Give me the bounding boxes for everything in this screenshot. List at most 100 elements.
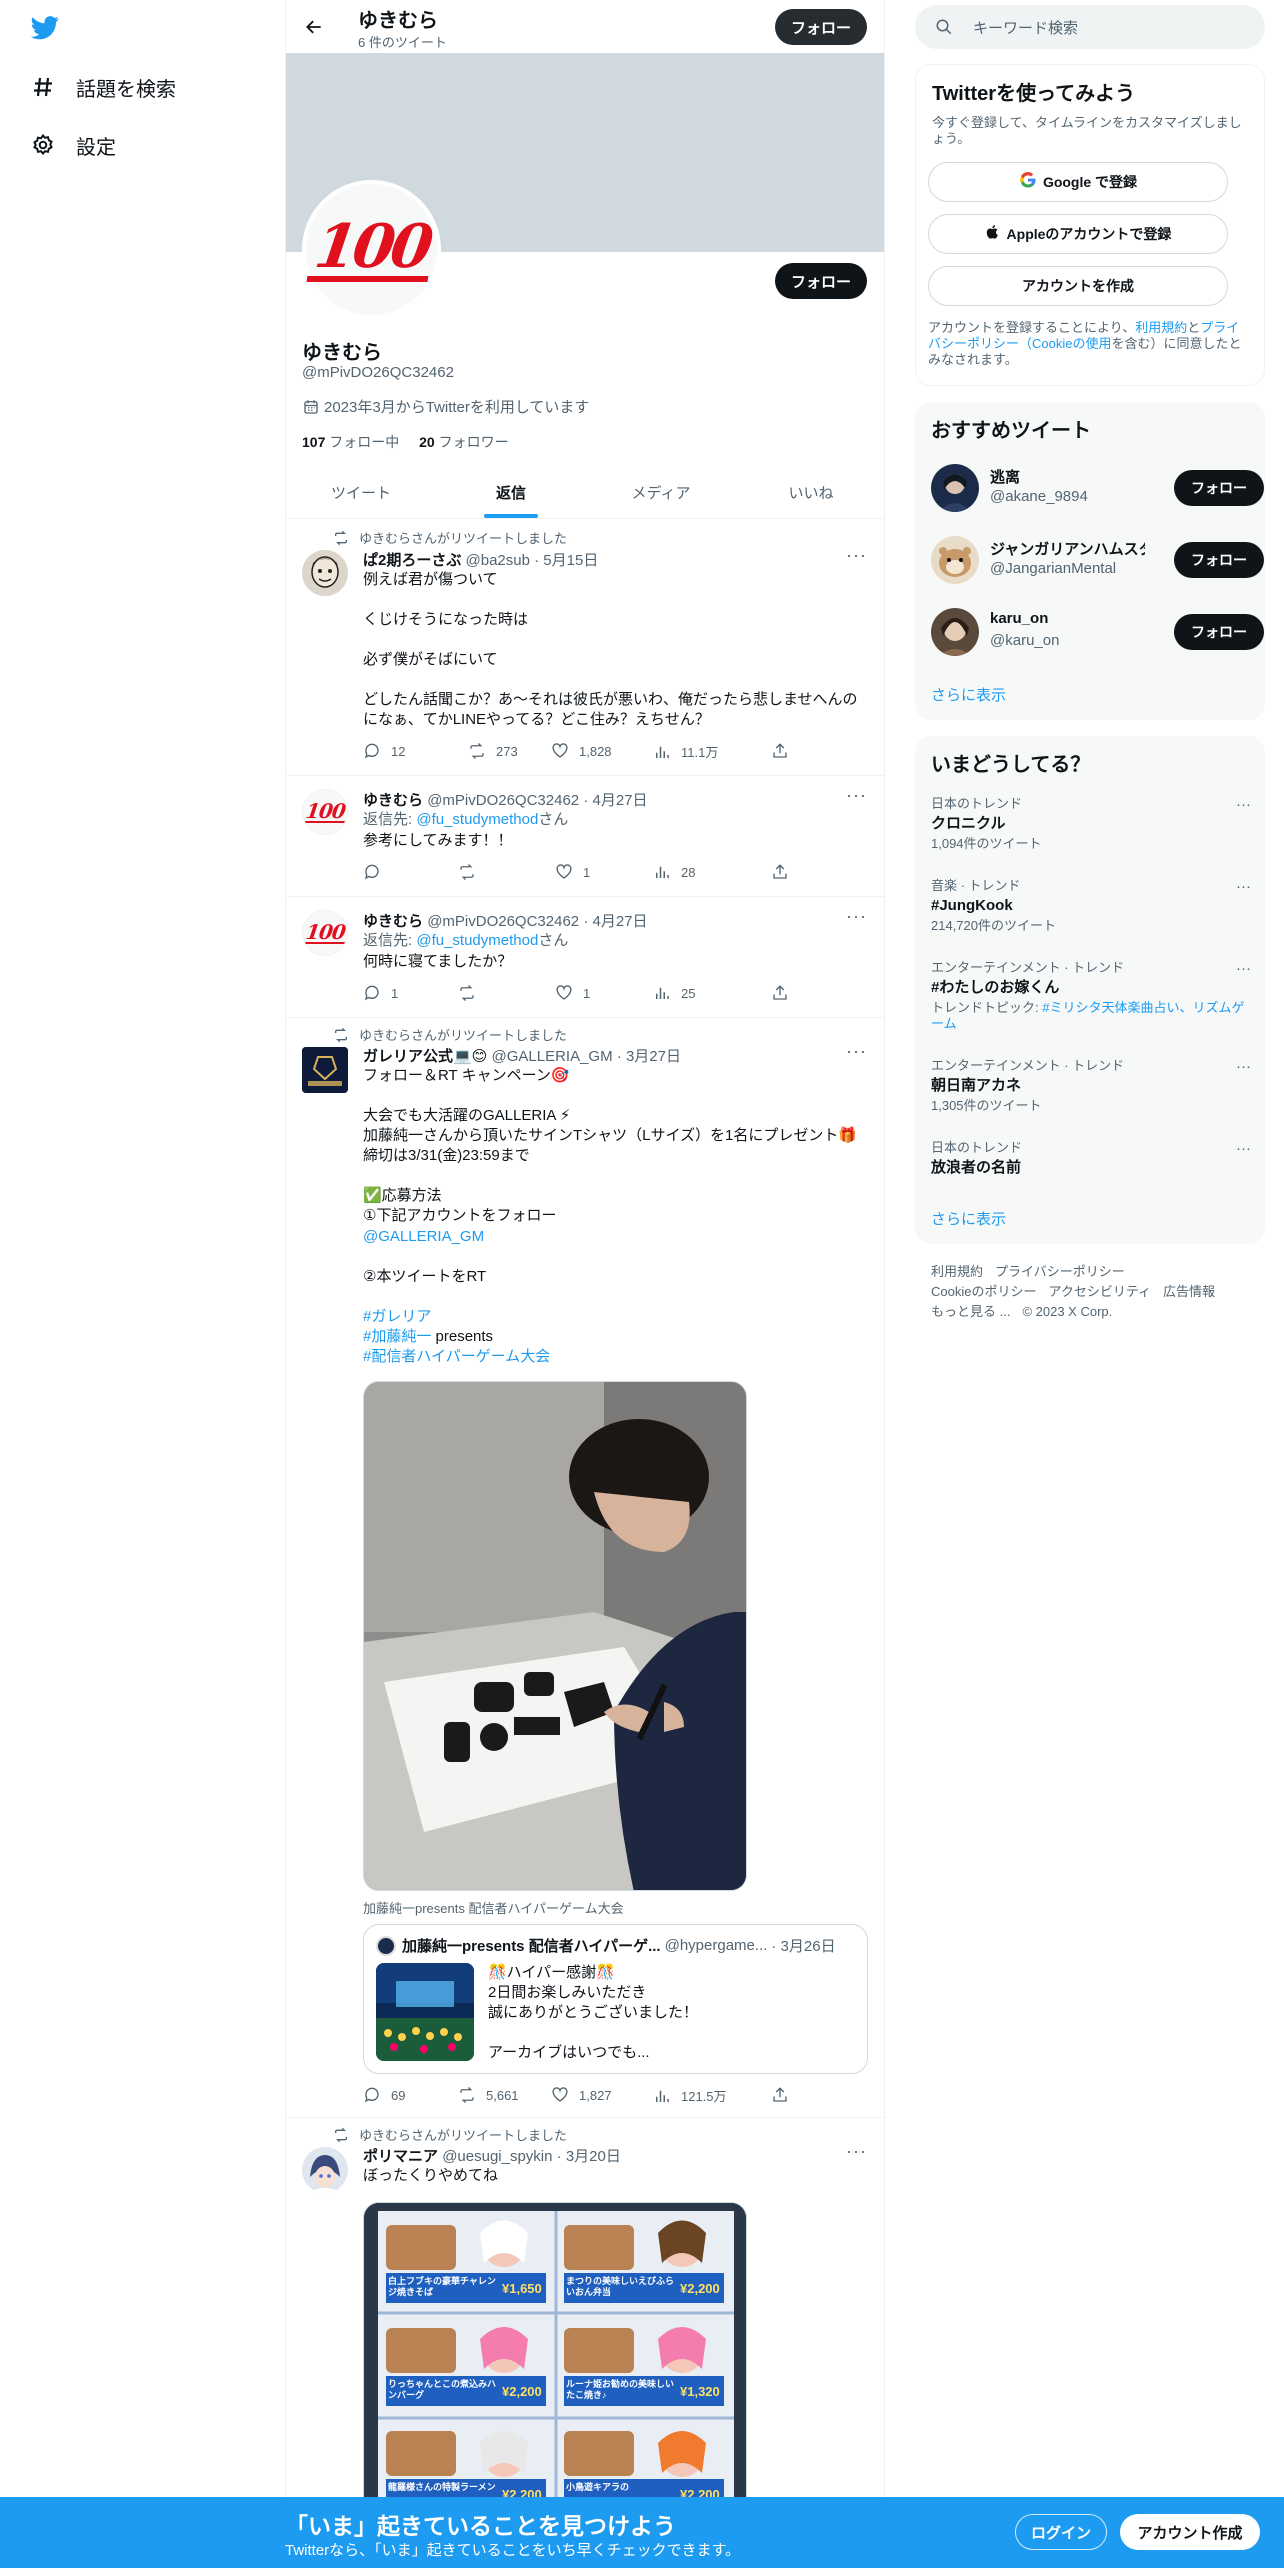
trend-item[interactable]: 日本のトレンド クロニクル 1,094件のツイート ··· — [931, 796, 1251, 852]
tweet-date[interactable]: · 4月27日 — [583, 913, 647, 930]
back-arrow-icon[interactable] — [300, 13, 328, 41]
quoted-tweet[interactable]: 加藤純一presents 配信者ハイパーゲ... @hypergame... ·… — [363, 1924, 868, 2074]
search-input[interactable]: キーワード検索 — [915, 5, 1265, 49]
profile-follow-button[interactable]: フォロー — [775, 263, 867, 299]
like-button[interactable]: 1 — [555, 863, 590, 881]
retweet-button[interactable]: 5,661 — [458, 2086, 519, 2104]
trends-show-more[interactable]: さらに表示 — [931, 1208, 1006, 1229]
recommend-show-more[interactable]: さらに表示 — [931, 684, 1006, 705]
views-button[interactable]: 28 — [653, 863, 695, 881]
mention-link[interactable]: @GALLERIA_GM — [363, 1227, 868, 1247]
terms-link[interactable]: 利用規約 — [1135, 320, 1187, 335]
like-button[interactable]: 1,828 — [551, 742, 612, 760]
recommend-item[interactable]: karu_on @karu_on フォロー — [931, 606, 1264, 658]
like-button[interactable]: 1,827 — [551, 2086, 612, 2104]
login-button[interactable]: ログイン — [1015, 2514, 1107, 2550]
apple-signup-button[interactable]: Appleのアカウントで登録 — [928, 214, 1228, 254]
create-account-button[interactable]: アカウントを作成 — [928, 266, 1228, 306]
author-name[interactable]: ゆきむら — [363, 792, 423, 809]
photo-caption[interactable]: 加藤純一presents 配信者ハイパーゲーム大会 — [363, 1898, 624, 1917]
views-button[interactable]: 11.1万 — [653, 742, 718, 761]
follow-button[interactable]: フォロー — [1174, 542, 1264, 578]
views-button[interactable]: 25 — [653, 984, 695, 1002]
hashtag-link[interactable]: #加藤純一 — [363, 1328, 431, 1345]
more-icon[interactable]: ··· — [1236, 1140, 1251, 1157]
reply-button[interactable]: 1 — [363, 984, 398, 1002]
more-icon[interactable]: ··· — [846, 906, 867, 927]
avatar[interactable]: 100 — [302, 910, 348, 956]
nav-explore[interactable]: 話題を検索 — [30, 67, 176, 107]
following-link[interactable]: 107 フォロー中 — [302, 434, 399, 450]
footer-privacy[interactable]: プライバシーポリシー — [995, 1264, 1125, 1279]
retweet-button[interactable]: 273 — [468, 742, 518, 760]
author-name[interactable]: ゆきむら — [363, 913, 423, 930]
avatar[interactable] — [302, 2147, 348, 2193]
reply-button[interactable]: 69 — [363, 2086, 405, 2104]
author-handle[interactable]: @GALLERIA_GM — [492, 1048, 613, 1065]
more-icon[interactable]: ··· — [846, 545, 867, 566]
followers-link[interactable]: 20 フォロワー — [419, 434, 508, 450]
footer-cookie[interactable]: Cookieのポリシー — [931, 1284, 1036, 1299]
more-icon[interactable]: ··· — [1236, 796, 1251, 813]
tweet-date[interactable]: · 4月27日 — [583, 792, 647, 809]
more-icon[interactable]: ··· — [846, 1041, 867, 1062]
reply-to-link[interactable]: @fu_studymethod — [416, 811, 538, 828]
author-name[interactable]: ガレリア公式💻😊 — [363, 1048, 487, 1065]
hashtag-link[interactable]: #配信者ハイパーゲーム大会 — [363, 1347, 868, 1367]
follow-button[interactable]: フォロー — [1174, 614, 1264, 650]
footer-more[interactable]: もっと見る ... — [931, 1304, 1010, 1319]
author-name[interactable]: ぱ2期ろーさぶ — [363, 552, 461, 569]
tweet[interactable]: ゆきむらさんがリツイートしました ガレリア公式💻😊 @GALLERIA_GM ·… — [286, 1019, 884, 2118]
more-icon[interactable]: ··· — [1236, 1058, 1251, 1075]
signup-button[interactable]: アカウント作成 — [1120, 2514, 1260, 2550]
recommend-item[interactable]: 逃离 @akane_9894 フォロー — [931, 462, 1264, 514]
tab-replies[interactable]: 返信 — [436, 466, 586, 518]
trend-item[interactable]: 日本のトレンド 放浪者の名前 ··· — [931, 1140, 1251, 1178]
tab-likes[interactable]: いいね — [736, 466, 884, 518]
galleria-logo-avatar[interactable] — [302, 1047, 348, 1093]
tweet-date[interactable]: · 3月20日 — [557, 2148, 621, 2165]
more-icon[interactable]: ··· — [1236, 878, 1251, 895]
more-icon[interactable]: ··· — [1236, 960, 1251, 977]
follow-button[interactable]: フォロー — [1174, 470, 1264, 506]
retweet-button[interactable] — [458, 863, 486, 881]
author-handle[interactable]: @mPivDO26QC32462 — [427, 913, 579, 930]
tweet-date[interactable]: · 5月15日 — [534, 552, 598, 569]
tweet[interactable]: ゆきむらさんがリツイートしました ぱ2期ろーさぶ @ba2sub · 5月15日… — [286, 520, 884, 776]
share-button[interactable] — [771, 742, 799, 760]
author-handle[interactable]: @mPivDO26QC32462 — [427, 792, 579, 809]
avatar[interactable]: 100 — [302, 789, 348, 835]
google-signup-button[interactable]: Google で登録 — [928, 162, 1228, 202]
reply-button[interactable] — [363, 863, 391, 881]
footer-terms[interactable]: 利用規約 — [931, 1264, 983, 1279]
reply-to-link[interactable]: @fu_studymethod — [416, 932, 538, 949]
avatar[interactable] — [302, 550, 348, 596]
trend-item[interactable]: エンターテインメント · トレンド #わたしのお嫁くん トレンドトピック: #ミ… — [931, 960, 1251, 1032]
share-button[interactable] — [771, 984, 799, 1002]
hashtag-link[interactable]: #ガレリア — [363, 1307, 868, 1327]
tab-tweets[interactable]: ツイート — [286, 466, 436, 518]
author-name[interactable]: ポリマニア — [363, 2148, 438, 2165]
more-icon[interactable]: ··· — [846, 785, 867, 806]
header-follow-button[interactable]: フォロー — [775, 9, 867, 45]
footer-ads[interactable]: 広告情報 — [1163, 1284, 1215, 1299]
tweet[interactable]: 100 ゆきむら @mPivDO26QC32462 · 4月27日 ··· 返信… — [286, 777, 884, 897]
footer-accessibility[interactable]: アクセシビリティ — [1048, 1284, 1151, 1299]
tweet[interactable]: 100 ゆきむら @mPivDO26QC32462 · 4月27日 ··· 返信… — [286, 898, 884, 1018]
author-handle[interactable]: @uesugi_spykin — [442, 2148, 552, 2165]
retweet-button[interactable] — [458, 984, 486, 1002]
recommend-item[interactable]: ジャンガリアンハムスター... @JangarianMental フォロー — [931, 534, 1264, 586]
trend-item[interactable]: 音楽 · トレンド #JungKook 214,720件のツイート ··· — [931, 878, 1251, 934]
share-button[interactable] — [771, 2086, 799, 2104]
share-button[interactable] — [771, 863, 799, 881]
profile-avatar[interactable]: 100 — [302, 180, 441, 319]
twitter-logo-icon[interactable] — [30, 16, 60, 40]
nav-settings[interactable]: 設定 — [30, 125, 116, 165]
tweet-photo[interactable]: 白上フブキの豪華チャレンジ焼きそば ¥1,650 まつりの美味しいえびふらいおん… — [363, 2202, 747, 2532]
like-button[interactable]: 1 — [555, 984, 590, 1002]
tab-media[interactable]: メディア — [586, 466, 736, 518]
reply-button[interactable]: 12 — [363, 742, 405, 760]
more-icon[interactable]: ··· — [846, 2141, 867, 2162]
views-button[interactable]: 121.5万 — [653, 2086, 727, 2105]
author-handle[interactable]: @ba2sub — [466, 552, 530, 569]
